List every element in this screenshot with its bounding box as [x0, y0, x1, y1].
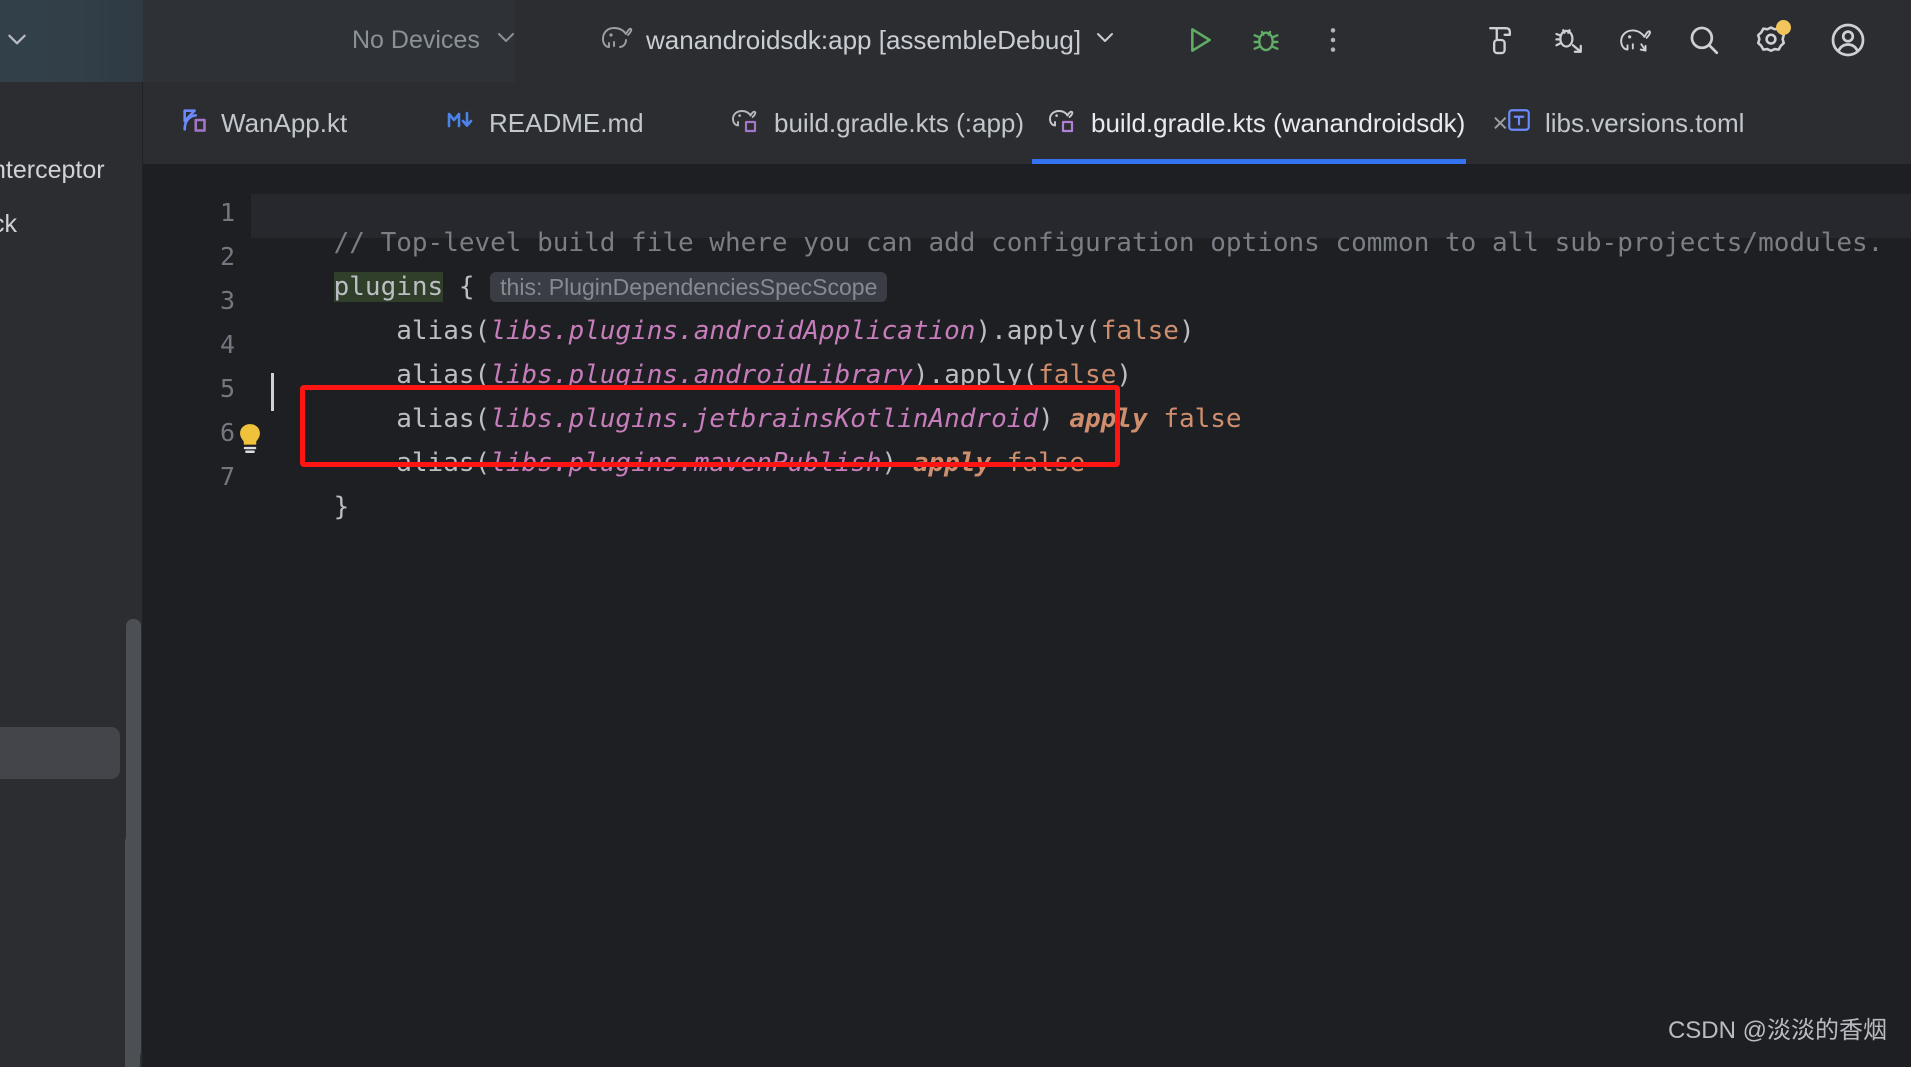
editor-gutter: 1 2 3 4 5 6 7	[143, 164, 251, 1067]
device-selector-chevron-down-icon	[494, 25, 518, 56]
project-tool-window-clipped: nterceptor ck	[0, 82, 143, 1067]
gradle-kts-file-icon	[1048, 106, 1078, 141]
build-button[interactable]	[1476, 14, 1528, 66]
account-button[interactable]	[1822, 14, 1874, 66]
line-number: 5	[219, 374, 235, 403]
tab-build-gradle-kts-app[interactable]: build.gradle.kts (:app)	[715, 82, 1040, 164]
sync-gradle-button[interactable]	[1610, 14, 1662, 66]
tab-label: WanApp.kt	[221, 107, 348, 138]
lightbulb-intention-icon[interactable]	[235, 422, 265, 456]
line-number: 1	[219, 198, 235, 227]
code-line-7[interactable]: }	[271, 462, 350, 552]
line-number: 7	[219, 462, 235, 491]
tab-wanapp-kt[interactable]: WanApp.kt	[164, 82, 363, 164]
red-highlight-box	[300, 385, 1120, 467]
line-number: 2	[219, 242, 235, 271]
more-actions-button[interactable]	[1307, 14, 1359, 66]
markdown-file-icon	[446, 107, 476, 140]
line-number: 4	[219, 330, 235, 359]
toml-file-icon	[1506, 107, 1532, 140]
gradle-elephant-icon	[600, 22, 634, 59]
editor-scrollbar[interactable]	[126, 619, 141, 1059]
tab-label: README.md	[489, 107, 644, 138]
run-configuration-chevron-down-icon	[1093, 25, 1117, 56]
code-token-close-brace: }	[333, 492, 350, 522]
line-number: 3	[219, 286, 235, 315]
kotlin-file-icon	[180, 106, 208, 141]
attach-debugger-button[interactable]	[1543, 14, 1595, 66]
sidebar-clipped-item-ck[interactable]: ck	[0, 210, 17, 239]
main-toolbar: No Devices wanandroidsdk:app [assembleDe…	[0, 0, 1911, 82]
debug-button[interactable]	[1240, 14, 1292, 66]
device-selector-label: No Devices	[352, 25, 480, 54]
search-everywhere-button[interactable]	[1678, 14, 1730, 66]
tab-label: libs.versions.toml	[1545, 107, 1745, 138]
selected-tree-item[interactable]	[0, 727, 120, 779]
editor-tab-bar: WanApp.kt README.md build.gradle.kts (:a…	[143, 82, 1911, 164]
tab-build-gradle-kts-wanandroidsdk[interactable]: build.gradle.kts (wanandroidsdk) ×	[1032, 82, 1508, 164]
code-token-false: false	[1163, 404, 1242, 434]
settings-update-badge	[1776, 20, 1791, 35]
project-chevron-down-icon[interactable]	[4, 26, 30, 52]
device-selector[interactable]: No Devices	[352, 18, 518, 62]
run-button[interactable]	[1173, 14, 1225, 66]
run-configuration-selector[interactable]: wanandroidsdk:app [assembleDebug]	[600, 14, 1117, 66]
tab-label: build.gradle.kts (wanandroidsdk)	[1091, 107, 1466, 138]
tab-readme-md[interactable]: README.md	[430, 82, 660, 164]
sidebar-clipped-item-interceptor[interactable]: nterceptor	[0, 156, 105, 185]
run-configuration-label: wanandroidsdk:app [assembleDebug]	[646, 24, 1082, 55]
csdn-watermark: CSDN @淡淡的香烟	[1667, 1017, 1887, 1044]
gradle-kts-file-icon	[731, 106, 761, 141]
tab-libs-versions-toml[interactable]: libs.versions.toml	[1490, 82, 1760, 164]
line-number: 6	[219, 418, 235, 447]
settings-button[interactable]	[1745, 14, 1797, 66]
code-token-close-paren: )	[1178, 316, 1195, 346]
tab-label: build.gradle.kts (:app)	[774, 107, 1025, 138]
code-editor[interactable]: 1 2 3 4 5 6 7 // Top-level build file wh…	[126, 164, 1911, 1067]
